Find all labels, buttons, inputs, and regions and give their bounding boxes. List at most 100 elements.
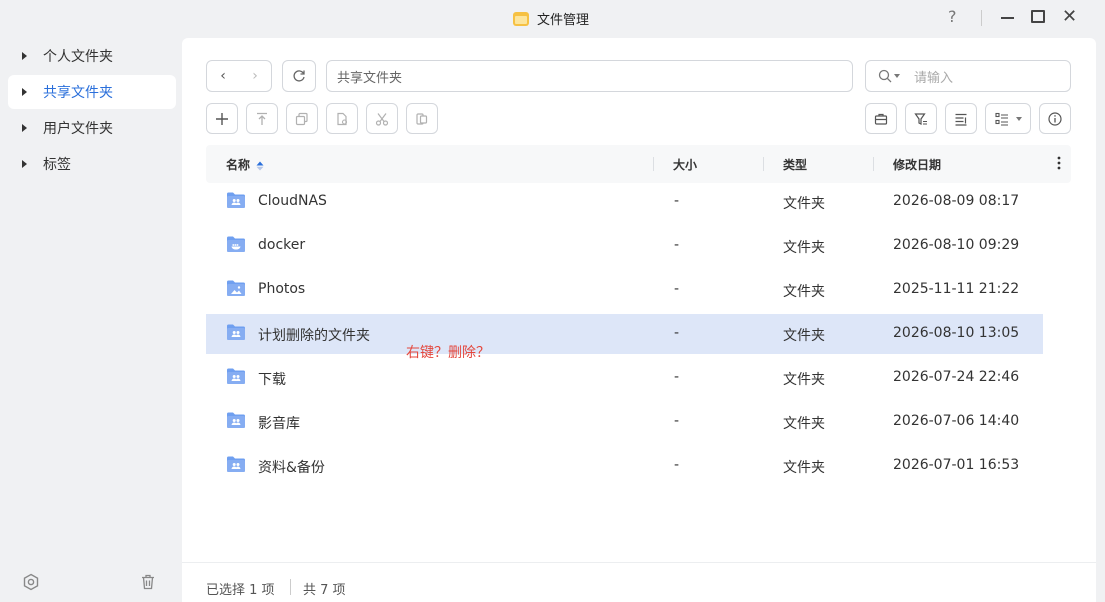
file-modified: 2026-07-06 14:40: [893, 413, 1020, 429]
file-size: -: [674, 325, 680, 341]
upload-button[interactable]: [246, 103, 278, 134]
file-modified: 2026-08-10 09:29: [893, 237, 1020, 253]
plus-icon: [216, 112, 228, 125]
settings-hexagon-icon: [23, 573, 39, 591]
help-button[interactable]: ?: [948, 7, 957, 26]
maximize-button[interactable]: [1031, 10, 1045, 23]
new-button[interactable]: [206, 103, 238, 134]
filter-button[interactable]: [905, 103, 937, 134]
search-input[interactable]: 请输入: [865, 60, 1071, 92]
column-divider[interactable]: [653, 157, 654, 171]
properties-button[interactable]: [865, 103, 897, 134]
docker-folder-icon: [227, 236, 245, 252]
file-modified: 2025-11-11 21:22: [893, 281, 1020, 297]
expand-caret-icon[interactable]: [22, 124, 27, 132]
sort-button[interactable]: [945, 103, 977, 134]
sidebar-item-label: 个人文件夹: [43, 49, 113, 65]
table-row[interactable]: 影音库 - 文件夹 2026-07-06 14:40: [206, 402, 1043, 442]
sort-lines-icon: [955, 113, 967, 126]
column-divider[interactable]: [873, 157, 874, 171]
upload-icon: [257, 112, 267, 125]
file-modified: 2026-08-09 08:17: [893, 193, 1020, 209]
refresh-icon: [293, 70, 305, 82]
file-modified: 2026-07-01 16:53: [893, 457, 1020, 473]
table-row[interactable]: 下载 - 文件夹 2026-07-24 22:46: [206, 358, 1043, 398]
photo-folder-icon: [227, 280, 245, 296]
scissors-icon: [375, 112, 389, 126]
refresh-button[interactable]: [282, 60, 316, 92]
info-button[interactable]: [1039, 103, 1071, 134]
minimize-button[interactable]: [997, 8, 1017, 28]
shared-folder-icon: [227, 324, 245, 340]
file-size: -: [674, 413, 680, 429]
table-row[interactable]: Photos - 文件夹 2025-11-11 21:22: [206, 270, 1043, 310]
file-size: -: [674, 193, 680, 209]
column-header-size[interactable]: 大小: [673, 156, 697, 173]
table-row[interactable]: CloudNAS - 文件夹 2026-08-09 08:17: [206, 182, 1043, 222]
file-modified: 2026-08-10 13:05: [893, 325, 1020, 341]
file-size: -: [674, 281, 680, 297]
column-header-modified[interactable]: 修改日期: [893, 156, 941, 173]
expand-caret-icon[interactable]: [22, 52, 27, 60]
file-name: 影音库: [258, 416, 300, 432]
status-bar: 已选择 1 项 共 7 项: [182, 562, 1096, 602]
table-row[interactable]: 资料&备份 - 文件夹 2026-07-01 16:53: [206, 446, 1043, 486]
file-type: 文件夹: [783, 460, 825, 476]
shared-folder-icon: [227, 368, 245, 384]
file-move-icon: [337, 112, 348, 125]
file-size: -: [674, 457, 680, 473]
sidebar-item-personal-folder[interactable]: 个人文件夹: [8, 39, 176, 73]
file-type: 文件夹: [783, 240, 825, 256]
copy-icon: [295, 112, 308, 125]
column-header-name[interactable]: 名称: [226, 156, 264, 173]
paste-button[interactable]: [406, 103, 438, 134]
view-mode-caret-icon: [1015, 116, 1022, 121]
more-vertical-icon: [1057, 156, 1061, 170]
paste-icon: [416, 112, 428, 125]
sidebar-item-shared-folder[interactable]: 共享文件夹: [8, 75, 176, 109]
settings-button[interactable]: [21, 572, 41, 592]
column-divider[interactable]: [763, 157, 764, 171]
shared-folder-icon: [227, 456, 245, 472]
shared-folder-icon: [227, 412, 245, 428]
shared-folder-icon: [227, 192, 245, 208]
copy-button[interactable]: [286, 103, 318, 134]
file-name: 计划删除的文件夹: [258, 328, 370, 344]
column-options-button[interactable]: [1057, 155, 1061, 175]
search-scope-caret-icon[interactable]: [894, 74, 900, 78]
sidebar: 个人文件夹 共享文件夹 用户文件夹 标签: [0, 38, 182, 602]
file-type: 文件夹: [783, 284, 825, 300]
expand-caret-icon[interactable]: [22, 160, 27, 168]
close-button[interactable]: ✕: [1062, 6, 1077, 27]
total-count: 共 7 项: [303, 583, 346, 598]
move-button[interactable]: [326, 103, 358, 134]
file-name: 资料&备份: [258, 460, 325, 476]
file-size: -: [674, 237, 680, 253]
back-button[interactable]: ‹: [207, 61, 239, 91]
sidebar-item-label: 用户文件夹: [43, 121, 113, 137]
path-field[interactable]: 共享文件夹: [326, 60, 853, 92]
table-header: 名称 大小 类型 修改日期: [206, 145, 1071, 183]
file-name: 下载: [258, 372, 286, 388]
expand-caret-icon[interactable]: [22, 88, 27, 96]
annotation-text: 右键？删除？: [406, 345, 490, 361]
file-type: 文件夹: [783, 328, 825, 344]
column-header-type[interactable]: 类型: [783, 156, 807, 173]
sidebar-item-user-folder[interactable]: 用户文件夹: [8, 111, 176, 145]
cut-button[interactable]: [366, 103, 398, 134]
history-nav: ‹ ›: [206, 60, 272, 92]
title-bar: 文件管理 ? ✕: [0, 0, 1105, 36]
sidebar-item-tags[interactable]: 标签: [8, 147, 176, 181]
table-row[interactable]: docker - 文件夹 2026-08-10 09:29: [206, 226, 1043, 266]
trash-icon: [142, 574, 154, 590]
file-type: 文件夹: [783, 416, 825, 432]
status-divider: [290, 579, 291, 595]
filter-icon: [914, 112, 927, 125]
table-row[interactable]: 计划删除的文件夹 - 文件夹 2026-08-10 13:05: [206, 314, 1043, 354]
view-mode-button[interactable]: [985, 103, 1031, 134]
briefcase-icon: [874, 113, 888, 125]
recycle-bin-button[interactable]: [138, 572, 158, 592]
file-modified: 2026-07-24 22:46: [893, 369, 1020, 385]
forward-button[interactable]: ›: [239, 61, 271, 91]
list-view-icon: [994, 112, 1008, 126]
